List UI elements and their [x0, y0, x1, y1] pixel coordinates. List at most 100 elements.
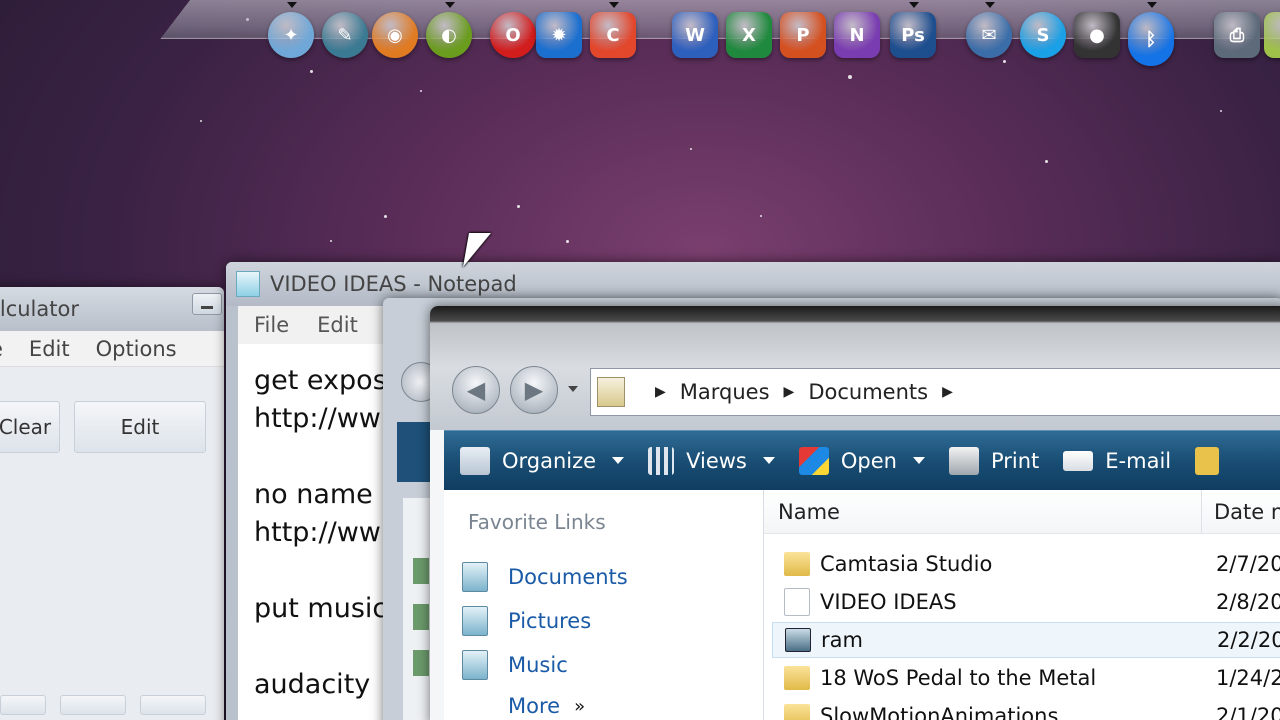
ccleaner-icon[interactable]: C: [590, 2, 636, 58]
favorite-pictures[interactable]: Pictures: [462, 606, 591, 636]
text-file-icon: [784, 588, 810, 616]
onenote-icon[interactable]: N: [834, 12, 880, 58]
file-date: 2/8/20: [1216, 590, 1280, 614]
print-icon: [948, 446, 979, 475]
chevron-down-icon: [612, 457, 625, 464]
calc-key[interactable]: [60, 695, 126, 715]
menu-edit[interactable]: Edit: [29, 337, 70, 361]
firefox-icon[interactable]: ◉: [372, 12, 418, 58]
bluetooth-icon[interactable]: ᛒ: [1128, 2, 1174, 66]
arrow-right-icon: ▶: [524, 376, 544, 404]
running-indicator: [985, 2, 995, 8]
camera-icon[interactable]: ●: [1074, 12, 1120, 58]
file-name: VIDEO IDEAS: [820, 590, 957, 614]
favorite-music[interactable]: Music: [462, 650, 568, 680]
file-row[interactable]: Camtasia Studio 2/7/20: [772, 546, 1280, 582]
address-bar[interactable]: ▶ Marques ▶ Documents ▶: [590, 368, 1280, 416]
folder-icon: [413, 650, 429, 676]
burn-icon[interactable]: [1195, 446, 1220, 475]
notepad-icon: [236, 271, 260, 297]
folder-icon: [784, 704, 810, 720]
calculator-menubar: e Edit Options: [0, 331, 224, 367]
favorite-documents[interactable]: Documents: [462, 562, 628, 592]
powerpoint-icon[interactable]: P: [780, 12, 826, 58]
running-indicator: [287, 2, 297, 8]
forward-button[interactable]: ▶: [510, 366, 558, 414]
nvidia-icon[interactable]: ◐: [426, 2, 472, 58]
word-icon[interactable]: W: [672, 12, 718, 58]
chevron-right-icon[interactable]: ▶: [942, 384, 953, 400]
organize-button[interactable]: Organize: [460, 446, 625, 475]
minimize-button[interactable]: [192, 293, 222, 315]
photoshop-icon[interactable]: Ps: [890, 2, 936, 58]
file-row[interactable]: SlowMotionAnimations 2/1/20: [772, 698, 1280, 720]
running-indicator: [445, 2, 455, 8]
file-name: ram: [821, 628, 863, 652]
breadcrumb-marques[interactable]: Marques: [680, 380, 770, 404]
back-button[interactable]: ◀: [452, 366, 500, 414]
window-border: [226, 306, 238, 720]
calculator-window[interactable]: alculator e Edit Options Clear Edit: [0, 287, 224, 720]
command-toolbar: Organize Views Open Print E-mail: [444, 430, 1280, 490]
notes-icon[interactable]: ▤: [1264, 12, 1280, 58]
printer-settings-icon[interactable]: ⎙: [1214, 12, 1260, 58]
favorite-more[interactable]: More »: [508, 694, 585, 718]
email-label: E-mail: [1105, 448, 1172, 473]
excel-icon[interactable]: X: [726, 12, 772, 58]
menu-options[interactable]: Options: [96, 337, 177, 361]
folder-icon: [413, 558, 429, 584]
breadcrumb-documents[interactable]: Documents: [808, 380, 928, 404]
starburst-icon[interactable]: ✹: [536, 12, 582, 58]
music-icon: [462, 650, 488, 680]
recent-pages-dropdown[interactable]: [568, 386, 578, 392]
open-icon: [798, 446, 829, 475]
chevron-right-icon[interactable]: ▶: [784, 384, 795, 400]
menu-edit[interactable]: Edit: [317, 313, 358, 337]
camtasia-icon[interactable]: ✎: [322, 12, 368, 58]
calculator-bottom-row: [0, 695, 206, 715]
safari-icon[interactable]: ✦: [268, 2, 314, 58]
running-indicator: [609, 2, 619, 8]
print-button[interactable]: Print: [948, 446, 1040, 475]
file-name: 18 WoS Pedal to the Metal: [820, 666, 1097, 690]
print-label: Print: [990, 448, 1040, 473]
menu-file[interactable]: File: [254, 313, 289, 337]
arrow-left-icon: ◀: [466, 376, 486, 404]
favorite-links-header: Favorite Links: [468, 510, 606, 534]
file-date: 2/2/20: [1217, 628, 1280, 652]
favorite-label: Music: [508, 653, 568, 677]
pictures-icon: [462, 606, 488, 636]
folder-icon: [413, 604, 429, 630]
opera-icon[interactable]: O: [490, 12, 536, 58]
double-chevron-icon: »: [574, 695, 586, 717]
chevron-right-icon[interactable]: ▶: [655, 384, 666, 400]
folder-icon: [784, 552, 810, 576]
file-row[interactable]: VIDEO IDEAS 2/8/20: [772, 584, 1280, 620]
chevron-down-icon: [762, 457, 775, 464]
views-label: Views: [686, 448, 747, 473]
menu-view[interactable]: e: [0, 337, 3, 361]
views-button[interactable]: Views: [648, 446, 775, 475]
column-date[interactable]: Date n: [1202, 500, 1280, 524]
favorite-label: Pictures: [508, 609, 592, 633]
email-button[interactable]: E-mail: [1063, 449, 1171, 473]
explorer-window[interactable]: ◀ ▶ ▶ Marques ▶ Documents ▶ Organize Vie…: [430, 306, 1280, 720]
file-row[interactable]: 18 WoS Pedal to the Metal 1/24/2: [772, 660, 1280, 696]
calculator-titlebar[interactable]: alculator: [0, 287, 224, 331]
calc-key[interactable]: [140, 695, 206, 715]
folder-icon: [784, 666, 810, 690]
documents-icon: [462, 562, 488, 592]
column-name[interactable]: Name: [764, 490, 1202, 533]
calculator-title: alculator: [0, 297, 79, 321]
thunderbird-icon[interactable]: ✉: [966, 2, 1012, 58]
calc-key[interactable]: [0, 695, 46, 715]
skype-icon[interactable]: S: [1020, 12, 1066, 58]
running-indicator: [909, 2, 919, 8]
file-row-selected[interactable]: ram 2/2/20: [772, 622, 1280, 658]
edit-button[interactable]: Edit: [74, 401, 206, 453]
open-button[interactable]: Open: [798, 446, 925, 475]
file-name: Camtasia Studio: [820, 552, 993, 576]
clear-button[interactable]: Clear: [0, 401, 60, 453]
file-date: 2/7/20: [1216, 552, 1280, 576]
organize-label: Organize: [502, 448, 597, 473]
